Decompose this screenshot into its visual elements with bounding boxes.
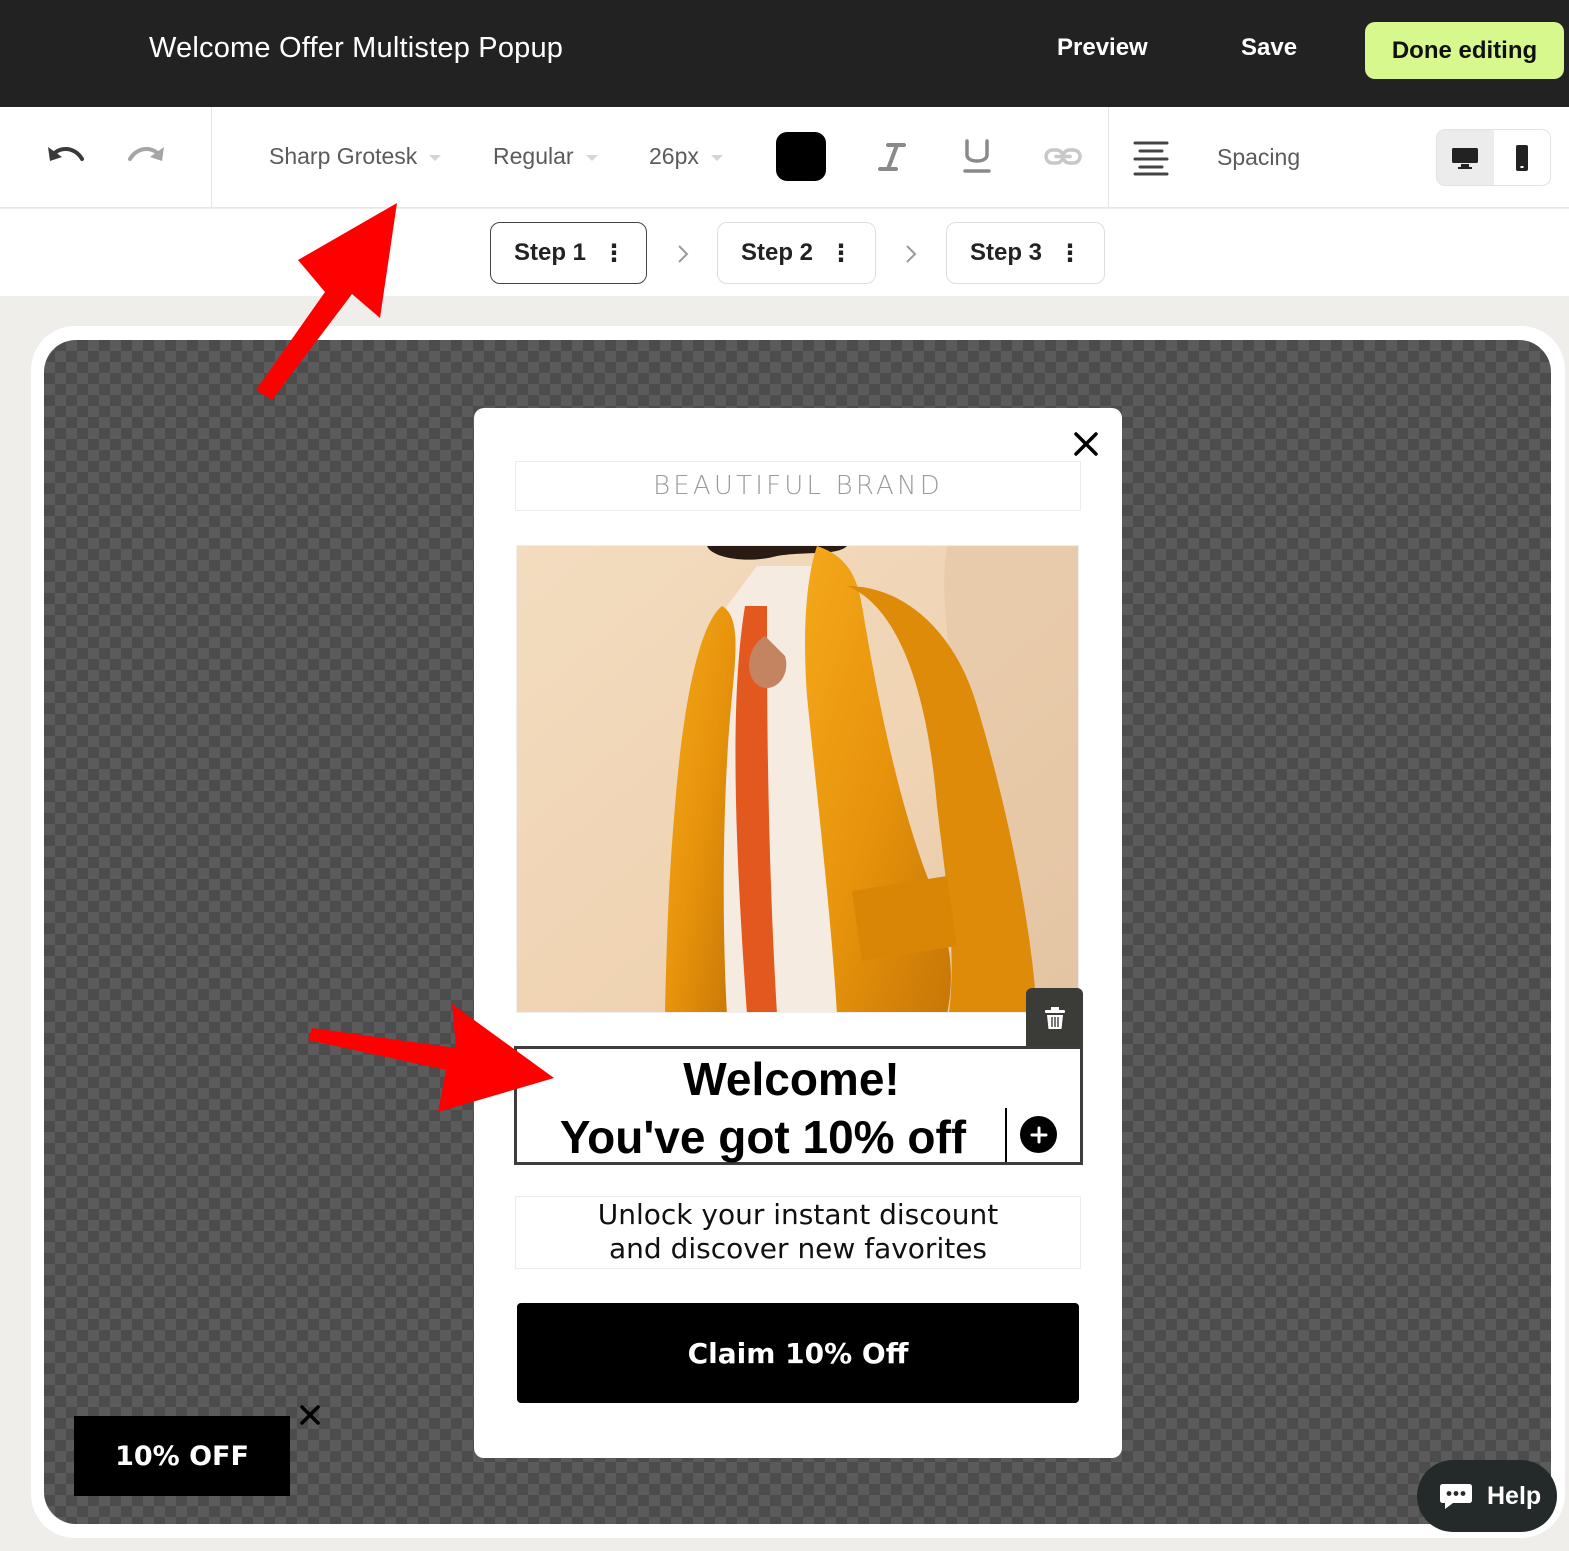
help-button[interactable]: Help <box>1417 1460 1557 1532</box>
redo-icon[interactable] <box>122 135 170 179</box>
subtext[interactable]: Unlock your instant discount and discove… <box>516 1198 1080 1266</box>
font-weight-value: Regular <box>493 143 574 169</box>
page-title: Welcome Offer Multistep Popup <box>149 32 564 64</box>
add-block-icon[interactable] <box>1020 1116 1057 1153</box>
underline-icon[interactable] <box>957 137 997 177</box>
save-button[interactable]: Save <box>1241 34 1297 62</box>
hero-image[interactable] <box>516 545 1079 1013</box>
brand-text[interactable]: BEAUTIFUL BRAND <box>515 461 1081 511</box>
steps-bar: Step 1 ⋮ Step 2 ⋮ Step 3 ⋮ <box>0 209 1569 296</box>
mobile-icon[interactable] <box>1494 130 1551 185</box>
headline-line-1[interactable]: Welcome! <box>516 1052 1067 1106</box>
trash-icon[interactable] <box>1026 988 1083 1047</box>
close-icon[interactable] <box>298 1403 322 1427</box>
chevron-down-icon <box>710 154 723 161</box>
step-tab-2[interactable]: Step 2 ⋮ <box>717 222 876 284</box>
desktop-icon[interactable] <box>1437 130 1494 185</box>
subtext-line-1: Unlock your instant discount <box>597 1198 999 1231</box>
toolbar-divider <box>211 107 212 208</box>
font-size-select[interactable]: 26px <box>649 143 723 170</box>
step-tab-1[interactable]: Step 1 ⋮ <box>490 222 647 284</box>
text-color-swatch[interactable] <box>776 132 826 181</box>
chevron-down-icon <box>585 154 598 161</box>
device-toggle <box>1436 129 1551 186</box>
italic-icon[interactable] <box>872 137 912 177</box>
teaser-tab[interactable]: 10% OFF <box>74 1416 290 1496</box>
text-cursor <box>1005 1108 1007 1162</box>
toolbar-divider <box>1108 107 1109 208</box>
chevron-right-icon <box>678 245 689 263</box>
chevron-right-icon <box>906 245 917 263</box>
link-icon[interactable] <box>1043 137 1083 177</box>
help-label: Help <box>1487 1481 1542 1510</box>
font-size-value: 26px <box>649 143 699 169</box>
spacing-button[interactable]: Spacing <box>1217 144 1300 171</box>
font-weight-select[interactable]: Regular <box>493 143 598 170</box>
step-label: Step 1 <box>514 239 587 266</box>
step-tab-3[interactable]: Step 3 ⋮ <box>946 222 1105 284</box>
font-family-select[interactable]: Sharp Grotesk <box>269 143 442 170</box>
top-bar: Welcome Offer Multistep Popup Preview Sa… <box>0 0 1569 107</box>
step-menu-icon[interactable]: ⋮ <box>1058 239 1082 268</box>
undo-icon[interactable] <box>42 135 90 179</box>
headline-line-2[interactable]: You've got 10% off <box>516 1110 1080 1164</box>
subtext-line-2: and discover new favorites <box>608 1232 988 1265</box>
close-icon[interactable] <box>1071 429 1101 459</box>
preview-button[interactable]: Preview <box>1057 34 1148 62</box>
step-label: Step 3 <box>970 239 1043 266</box>
align-center-icon[interactable] <box>1131 137 1171 177</box>
claim-offer-button[interactable]: Claim 10% Off <box>517 1303 1079 1403</box>
chat-icon <box>1440 1484 1472 1509</box>
font-family-value: Sharp Grotesk <box>269 143 418 169</box>
done-editing-button[interactable]: Done editing <box>1365 22 1564 79</box>
chevron-down-icon <box>429 154 442 161</box>
text-toolbar: Sharp Grotesk Regular 26px Spacing <box>0 107 1569 208</box>
step-menu-icon[interactable]: ⋮ <box>602 239 626 268</box>
step-label: Step 2 <box>741 239 814 266</box>
step-menu-icon[interactable]: ⋮ <box>829 239 853 268</box>
